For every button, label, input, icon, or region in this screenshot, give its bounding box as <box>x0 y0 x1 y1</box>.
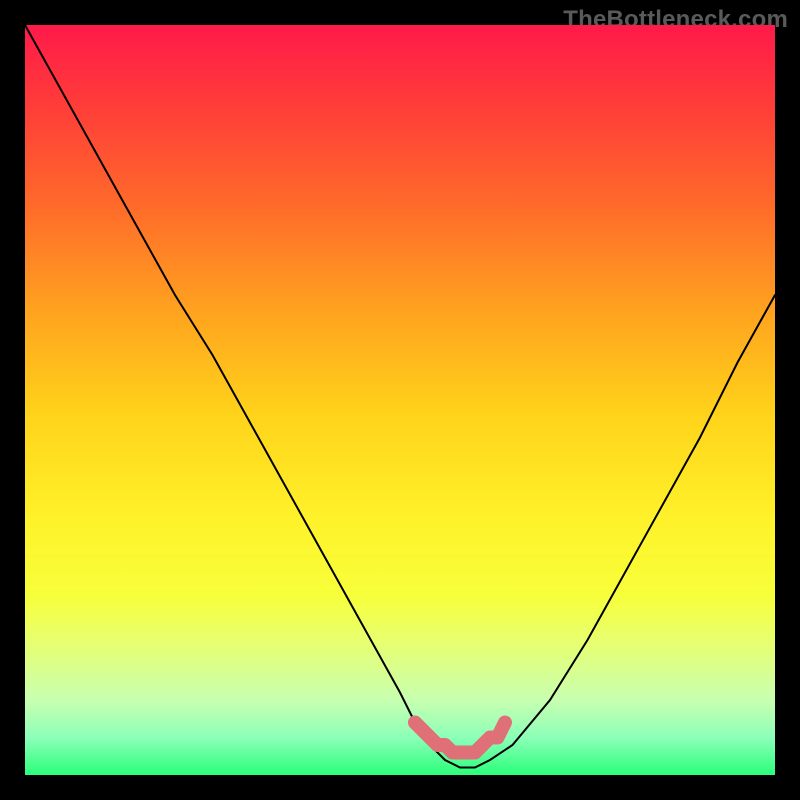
chart-svg <box>25 25 775 775</box>
chart-frame: TheBottleneck.com <box>0 0 800 800</box>
bottleneck-curve-path <box>25 25 775 768</box>
optimal-marker-dot <box>499 717 511 729</box>
optimal-marker-dot <box>492 732 504 744</box>
bottleneck-curve-line <box>25 25 775 768</box>
optimal-marker-points <box>409 717 511 759</box>
plot-area <box>25 25 775 775</box>
